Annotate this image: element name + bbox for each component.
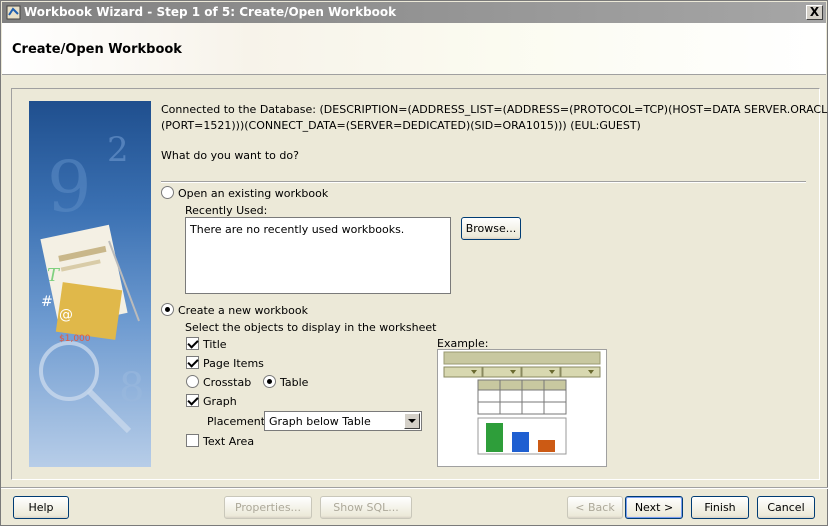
wizard-side-illustration: 9 2 8 T # @ $1,000 (29, 101, 151, 467)
example-preview-graphic (443, 351, 601, 455)
browse-button[interactable]: Browse... (461, 217, 521, 240)
crosstab-label[interactable]: Crosstab (203, 376, 251, 389)
app-icon (6, 5, 21, 20)
create-new-radio[interactable] (161, 303, 174, 316)
example-bar (486, 423, 503, 452)
chevron-down-icon[interactable] (404, 413, 420, 429)
cancel-button[interactable]: Cancel (757, 496, 815, 519)
connection-line-2: (PORT=1521)))(CONNECT_DATA=(SERVER=DEDIC… (161, 119, 641, 132)
select-objects-label: Select the objects to display in the wor… (185, 321, 437, 334)
text-area-checkbox[interactable] (186, 434, 199, 447)
svg-text:$1,000: $1,000 (59, 334, 91, 344)
wizard-header: Create/Open Workbook (2, 23, 826, 75)
text-area-checkbox-label[interactable]: Text Area (203, 435, 254, 448)
title-checkbox[interactable] (186, 337, 199, 350)
svg-text:@: @ (59, 307, 73, 323)
title-bar: Workbook Wizard - Step 1 of 5: Create/Op… (2, 2, 826, 23)
bottom-separator (1, 487, 828, 489)
recently-used-empty-text: There are no recently used workbooks. (190, 223, 405, 236)
question-label: What do you want to do? (161, 149, 299, 162)
close-icon: X (809, 5, 820, 19)
illustration-graphic: 9 2 8 T # @ $1,000 (39, 130, 144, 434)
recently-used-label: Recently Used: (185, 204, 268, 217)
svg-text:8: 8 (119, 365, 144, 411)
wizard-window: Workbook Wizard - Step 1 of 5: Create/Op… (0, 0, 828, 526)
example-table (477, 379, 567, 415)
show-sql-button[interactable]: Show SQL... (320, 496, 412, 519)
page-title: Create/Open Workbook (12, 42, 182, 57)
placement-value: Graph below Table (269, 415, 371, 428)
create-new-label[interactable]: Create a new workbook (178, 304, 308, 317)
placement-label: Placement: (207, 415, 269, 428)
connection-line-1: Connected to the Database: (DESCRIPTION=… (161, 103, 828, 116)
table-radio[interactable] (263, 375, 276, 388)
graph-checkbox-label[interactable]: Graph (203, 395, 237, 408)
page-items-checkbox[interactable] (186, 356, 199, 369)
example-bar (512, 432, 529, 452)
finish-button[interactable]: Finish (691, 496, 749, 519)
title-checkbox-label[interactable]: Title (203, 338, 227, 351)
back-button[interactable]: < Back (567, 496, 623, 519)
svg-text:#: # (41, 294, 53, 310)
example-title-bar (443, 351, 601, 365)
svg-text:9: 9 (47, 146, 92, 228)
next-button[interactable]: Next > (625, 496, 683, 519)
open-existing-label[interactable]: Open an existing workbook (178, 187, 328, 200)
placement-select[interactable]: Graph below Table (264, 411, 422, 431)
help-button[interactable]: Help (13, 496, 69, 519)
example-page-items (443, 366, 601, 378)
svg-text:T: T (47, 265, 61, 286)
separator (161, 181, 806, 183)
close-button[interactable]: X (806, 5, 823, 20)
recently-used-list[interactable]: There are no recently used workbooks. (185, 217, 451, 294)
crosstab-radio[interactable] (186, 375, 199, 388)
open-existing-radio[interactable] (161, 186, 174, 199)
graph-checkbox[interactable] (186, 394, 199, 407)
window-title: Workbook Wizard - Step 1 of 5: Create/Op… (24, 5, 397, 19)
svg-text:2: 2 (107, 130, 129, 170)
example-bar (538, 440, 555, 452)
page-items-checkbox-label[interactable]: Page Items (203, 357, 264, 370)
properties-button[interactable]: Properties... (224, 496, 312, 519)
table-label[interactable]: Table (280, 376, 308, 389)
example-preview (437, 349, 607, 467)
